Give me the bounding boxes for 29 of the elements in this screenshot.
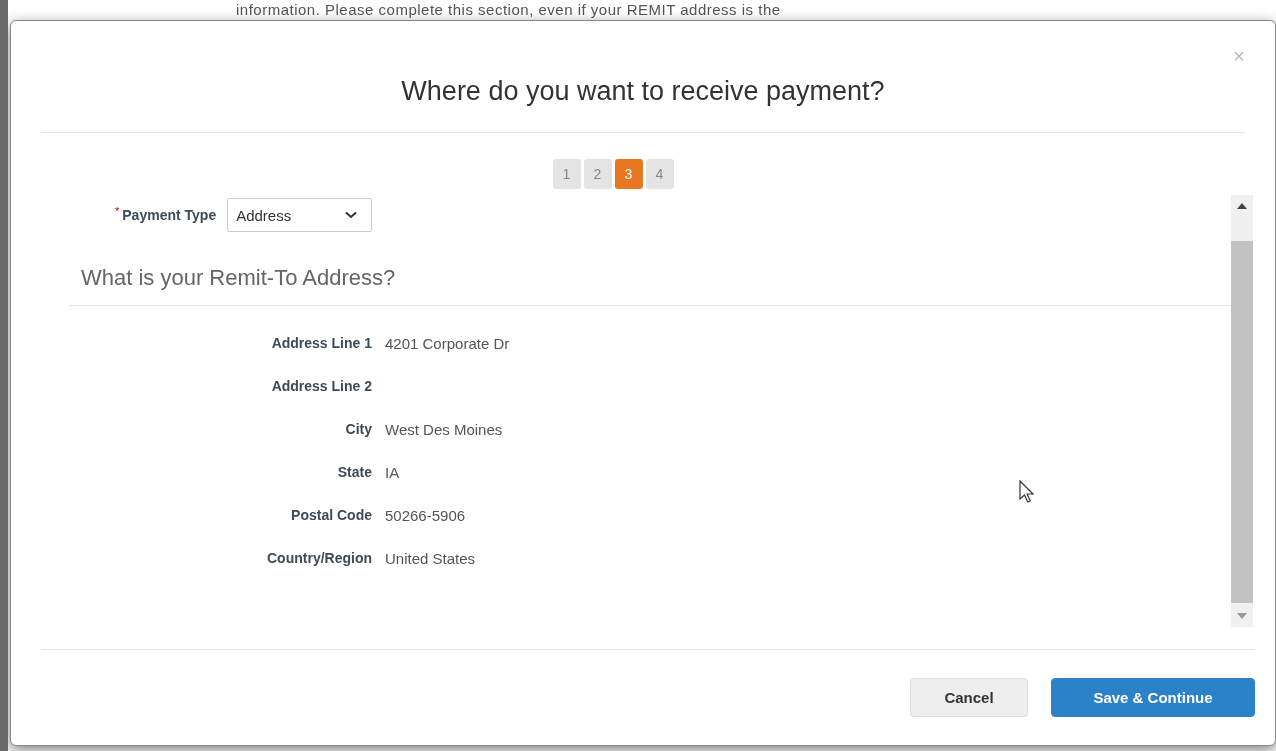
- payment-type-select[interactable]: Address: [227, 198, 373, 232]
- field-label: State: [336, 463, 372, 482]
- field-value: West Des Moines: [385, 420, 504, 439]
- dialog-title: Where do you want to receive payment?: [401, 75, 885, 107]
- step-tab[interactable]: 4: [645, 159, 674, 189]
- step-tab[interactable]: 1: [552, 159, 581, 189]
- close-button[interactable]: ×: [1233, 45, 1245, 68]
- save-button[interactable]: Save & Continue: [1051, 678, 1255, 717]
- step-tab[interactable]: 2: [583, 159, 612, 189]
- mouse-pointer-icon: [1019, 480, 1037, 504]
- field-label: City: [344, 420, 372, 439]
- required-mark: *: [115, 205, 120, 217]
- field-value: 4201 Corporate Dr: [385, 334, 511, 353]
- section-heading: What is your Remit-To Address?: [81, 265, 397, 291]
- field-label: Country/Region: [266, 549, 372, 568]
- field-value: 50266-5906: [385, 506, 467, 525]
- cancel-button[interactable]: Cancel: [910, 678, 1028, 717]
- field-label: Postal Code: [290, 506, 372, 525]
- field-value: IA: [385, 463, 401, 482]
- field-label: Address Line 1: [270, 334, 372, 353]
- chevron-down-icon: [345, 211, 358, 219]
- step-tab[interactable]: 3: [614, 159, 643, 189]
- field-value: United States: [385, 549, 477, 568]
- scroll-up-icon[interactable]: [1237, 203, 1247, 209]
- background-text: information. Please complete this section, even if your REMIT address is the: [236, 1, 781, 18]
- scrollbar[interactable]: [1231, 195, 1253, 627]
- payment-type-label: Payment Type: [122, 207, 217, 223]
- field-label: Address Line 2: [270, 377, 372, 396]
- scroll-down-icon[interactable]: [1237, 613, 1247, 619]
